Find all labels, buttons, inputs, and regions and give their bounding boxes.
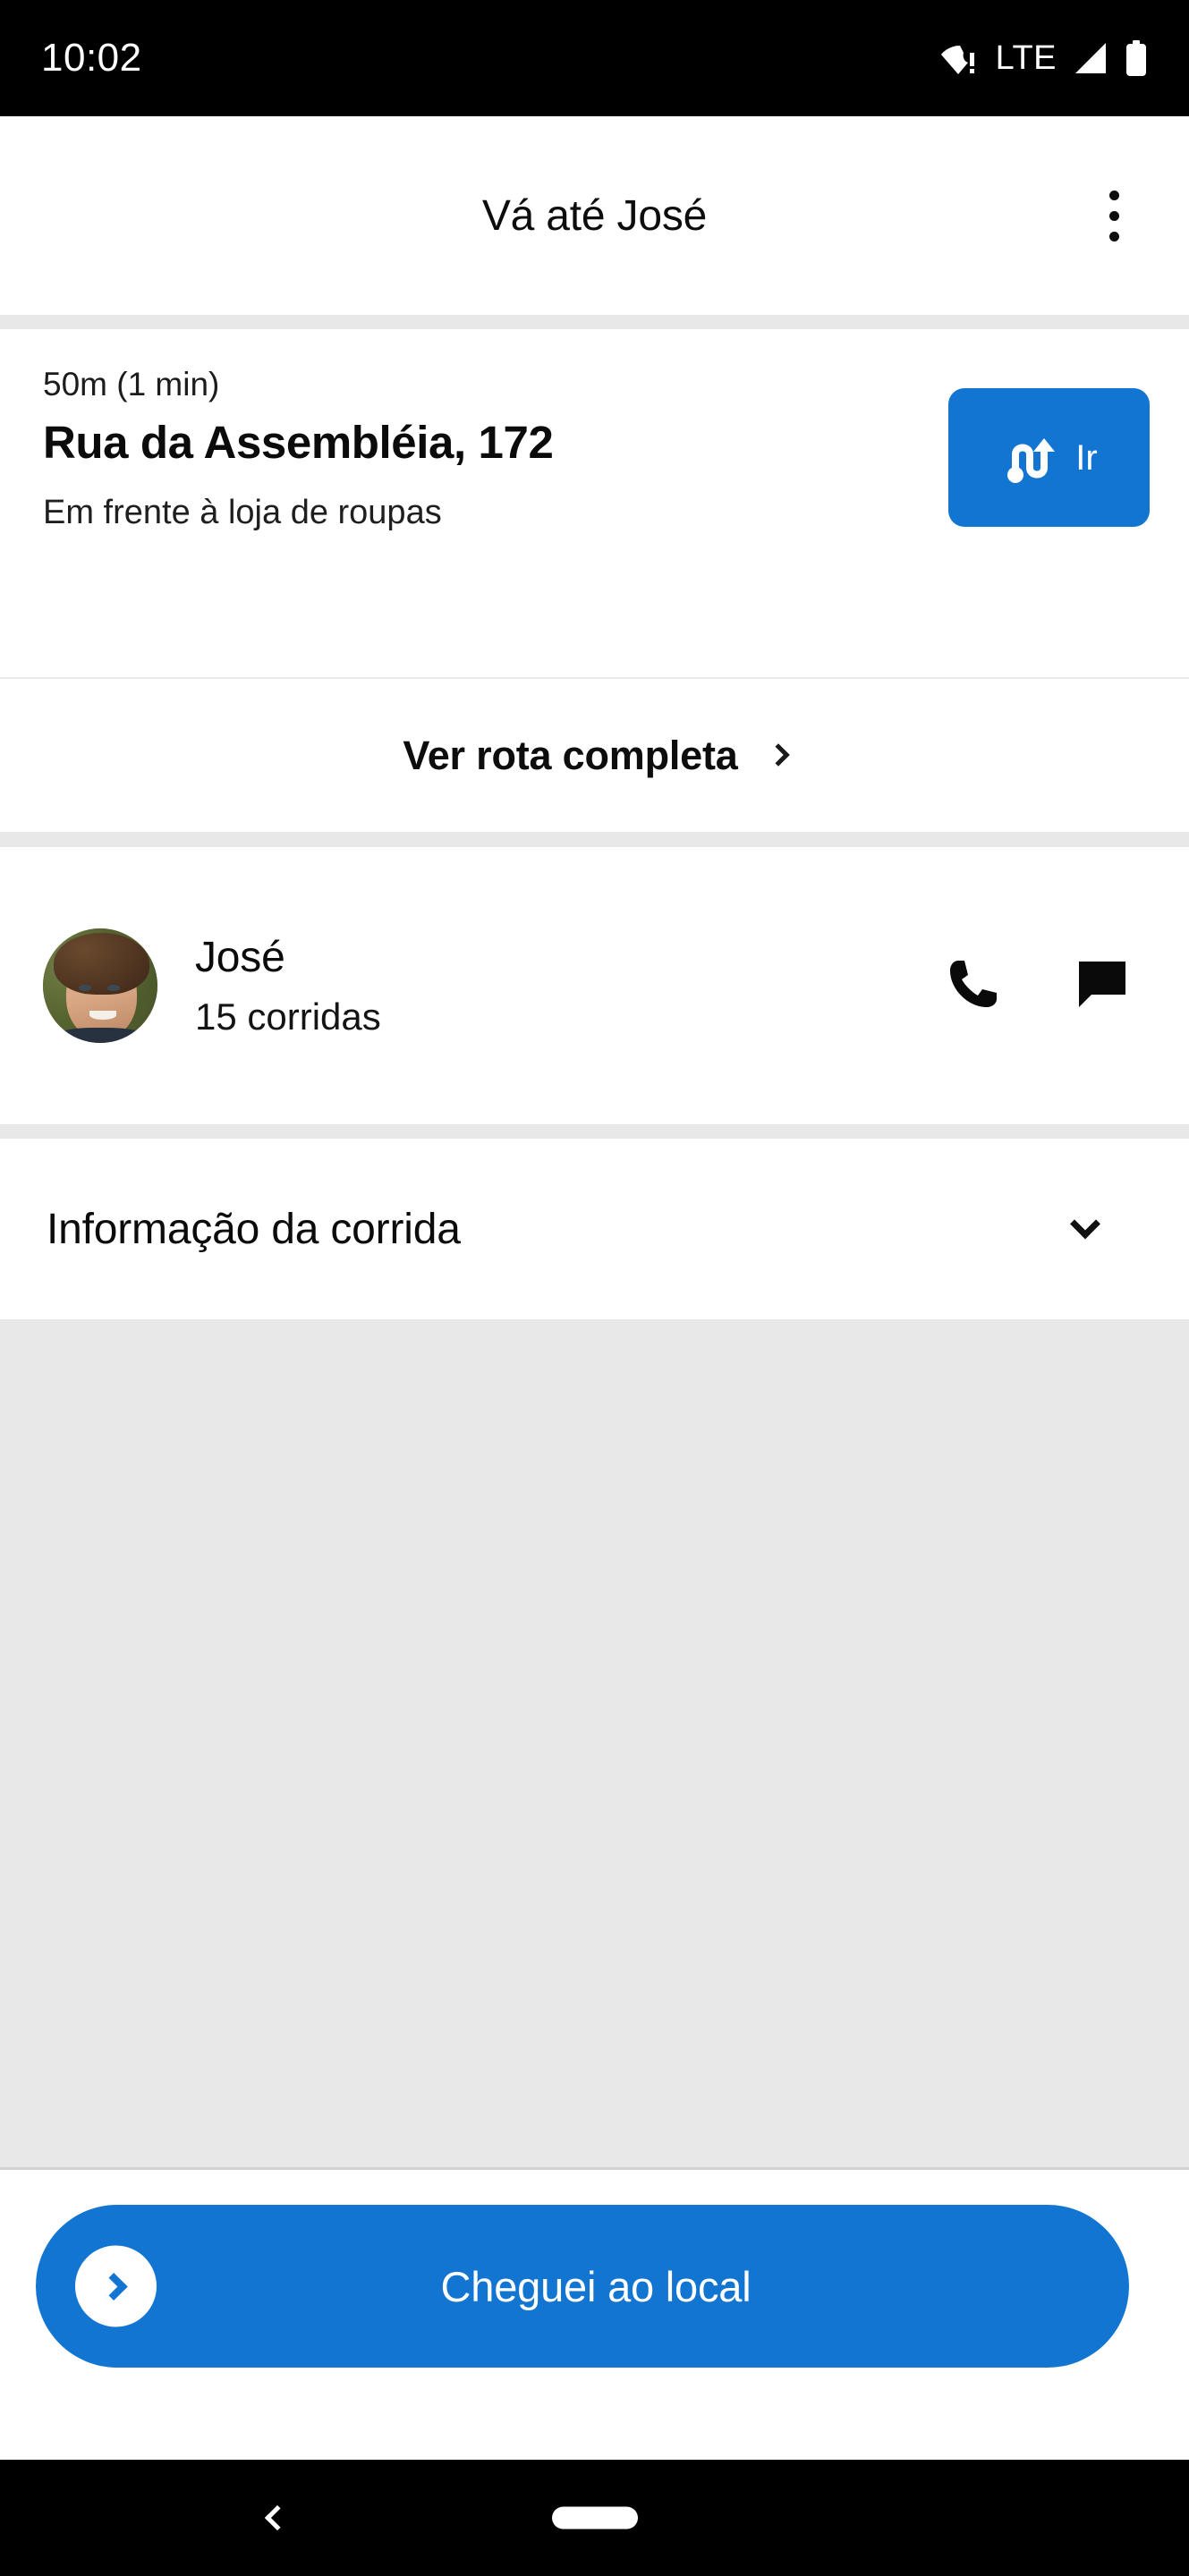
destination-card: 50m (1 min) Rua da Assembléia, 172 Em fr… [0,329,1189,677]
view-full-route-label: Ver rota completa [403,732,738,778]
chevron-right-icon [766,742,790,767]
section-divider-top [0,315,1189,329]
phone-icon [947,957,1000,1015]
footer-bar: Cheguei ao local [0,2173,1189,2460]
section-divider-route [0,832,1189,847]
system-nav-bar [0,2460,1189,2576]
page-title: Vá até José [481,191,708,240]
status-bar-clock: 10:02 [41,36,142,80]
status-bar: 10:02 LTE [0,0,1189,116]
battery-icon [1125,40,1148,76]
navigate-button[interactable]: Ir [948,388,1150,527]
message-button[interactable] [1064,947,1141,1024]
wifi-warning-icon [940,40,979,76]
navigate-button-label: Ir [1075,437,1098,478]
status-bar-indicators: LTE [940,39,1148,77]
passenger-card: José 15 corridas [0,847,1189,1124]
arrived-button-label: Cheguei ao local [440,2262,752,2310]
passenger-actions [935,947,1146,1024]
avatar [43,928,157,1043]
passenger-name: José [195,934,285,981]
passenger-ride-count: 15 corridas [195,995,381,1038]
phone-screen: 10:02 LTE Vá até José 50m (1 min) Rua da… [0,0,1189,2576]
back-chevron-icon[interactable] [246,2487,309,2549]
signal-icon [1074,41,1108,75]
more-vertical-icon[interactable] [1076,178,1151,253]
route-icon [1000,428,1061,488]
call-button[interactable] [935,947,1012,1024]
chat-bubble-icon [1075,957,1129,1015]
home-pill-icon[interactable] [551,2506,638,2529]
app-bar: Vá até José [0,116,1189,315]
chevron-right-icon [99,2272,128,2301]
chevron-down-icon [1070,1208,1100,1240]
slide-thumb[interactable] [75,2245,157,2327]
ride-info-title: Informação da corrida [47,1205,461,1253]
network-type-label: LTE [995,39,1057,77]
view-full-route-button[interactable]: Ver rota completa [0,679,1189,832]
arrived-button[interactable]: Cheguei ao local [36,2205,1129,2368]
section-divider-passenger [0,1124,1189,1139]
ride-info-accordion[interactable]: Informação da corrida [0,1139,1189,1319]
map-panel[interactable] [0,1319,1189,2170]
passenger-details: José 15 corridas [195,932,381,1039]
